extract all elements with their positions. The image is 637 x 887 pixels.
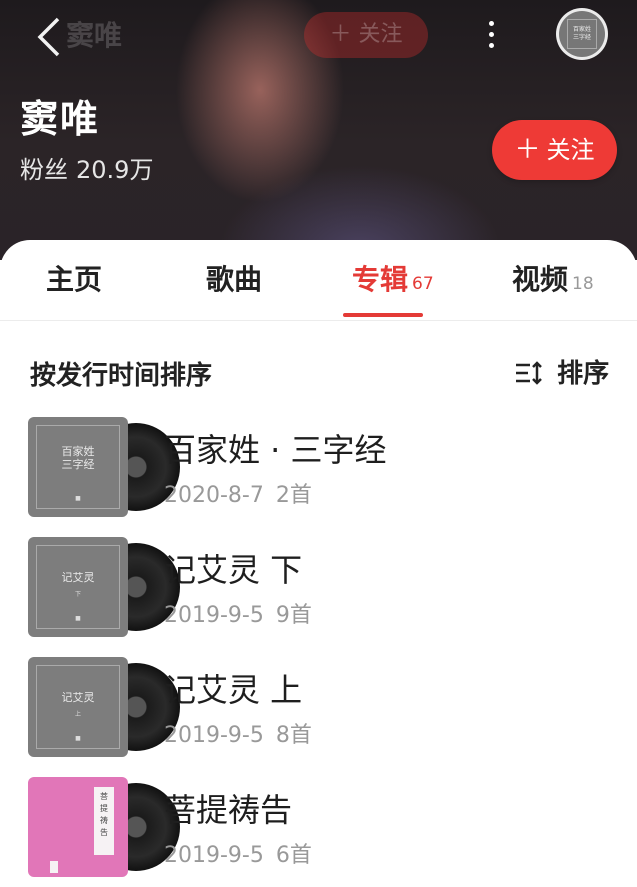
active-tab-indicator (343, 313, 423, 317)
tab-bar: 主页 歌曲 专辑 67 视频 18 (0, 240, 637, 321)
album-cover: 记艾灵 上 ■ (28, 657, 180, 757)
sort-button[interactable]: 排序 (514, 353, 609, 393)
fans-count: 粉丝 20.9万 (20, 150, 153, 185)
album-date: 2019-9-5 (164, 843, 264, 868)
sort-button-label: 排序 (557, 359, 610, 389)
cover-art-text: 百家姓 三字经 (61, 445, 95, 471)
album-item[interactable]: 记艾灵 下 ■ 记艾灵 下 2019-9-5 9首 (0, 537, 637, 647)
album-title: 记艾灵 下 (164, 551, 303, 589)
tab-videos-count: 18 (572, 274, 594, 294)
album-item[interactable]: 记艾灵 上 ■ 记艾灵 上 2019-9-5 8首 (0, 657, 637, 767)
tab-albums-label: 专辑 (352, 263, 409, 296)
now-playing-cover[interactable]: 百家姓 三字经 (556, 8, 608, 60)
top-title: 窦唯 (66, 19, 123, 52)
tab-videos[interactable]: 视频 18 (512, 240, 594, 320)
top-follow-label: 关注 (358, 22, 403, 47)
fans-number: 20.9万 (76, 156, 154, 184)
album-track-count: 6首 (275, 843, 312, 868)
artist-header: 窦唯 ＋ 关注 百家姓 三字经 窦唯 粉丝 20.9万 ＋关注 (0, 0, 637, 260)
album-title: 菩提祷告 (164, 791, 293, 829)
album-date: 2019-9-5 (164, 723, 264, 748)
sort-label: 按发行时间排序 (30, 361, 213, 391)
artist-name: 窦唯 (20, 97, 101, 141)
album-cover: 菩提祷告 (28, 777, 180, 877)
tab-home-label: 主页 (46, 263, 103, 296)
follow-button[interactable]: ＋关注 (492, 120, 617, 180)
sort-row: 按发行时间排序 排序 (0, 345, 637, 395)
cover-art: 菩提祷告 (28, 777, 128, 877)
cover-art-mark: ■ (75, 615, 81, 622)
album-title: 记艾灵 上 (164, 671, 303, 709)
album-meta: 2020-8-7 2首 (164, 477, 312, 509)
top-follow-button[interactable]: ＋ 关注 (304, 12, 428, 58)
back-button[interactable] (34, 16, 68, 58)
cover-art-mark: 下 (74, 591, 81, 598)
cover-art: 记艾灵 下 ■ (28, 537, 128, 637)
cover-art: 百家姓 三字经 ■ (28, 417, 128, 517)
album-item[interactable]: 百家姓 三字经 ■ 百家姓 · 三字经 2020-8-7 2首 (0, 417, 637, 527)
tab-albums[interactable]: 专辑 67 (352, 240, 434, 320)
more-button[interactable] (478, 16, 504, 58)
plus-icon: ＋ (514, 135, 541, 165)
cover-art-mark: ■ (75, 495, 81, 502)
content-sheet: 主页 歌曲 专辑 67 视频 18 按发行时间排序 排序 百家姓 三字经 ■ 百… (0, 240, 637, 880)
fans-label: 粉丝 (20, 156, 68, 184)
album-meta: 2019-9-5 8首 (164, 717, 312, 749)
tab-songs-label: 歌曲 (206, 263, 263, 296)
chevron-left-icon (34, 16, 68, 58)
cover-art-mark (50, 861, 58, 873)
album-track-count: 8首 (275, 723, 312, 748)
album-meta: 2019-9-5 9首 (164, 597, 312, 629)
album-meta: 2019-9-5 6首 (164, 837, 312, 869)
top-bar: 窦唯 ＋ 关注 百家姓 三字经 (0, 0, 637, 70)
album-track-count: 9首 (275, 603, 312, 628)
tab-albums-count: 67 (412, 274, 434, 294)
tab-home[interactable]: 主页 (46, 240, 102, 320)
cover-art: 记艾灵 上 ■ (28, 657, 128, 757)
album-date: 2019-9-5 (164, 603, 264, 628)
tab-songs[interactable]: 歌曲 (206, 240, 262, 320)
cover-art-text: 记艾灵 (61, 691, 95, 704)
tab-videos-label: 视频 (512, 263, 569, 296)
sort-icon (514, 359, 557, 389)
album-title: 百家姓 · 三字经 (164, 431, 387, 469)
album-date: 2020-8-7 (164, 483, 264, 508)
plus-icon: ＋ (329, 22, 352, 47)
mini-cover-text: 百家姓 三字经 (567, 19, 597, 49)
follow-label: 关注 (546, 136, 595, 164)
album-track-count: 2首 (275, 483, 312, 508)
album-cover: 记艾灵 下 ■ (28, 537, 180, 637)
cover-art-mark: ■ (75, 735, 81, 742)
cover-art-mark: 上 (74, 711, 81, 718)
cover-art-text: 菩提祷告 (94, 787, 114, 855)
album-cover: 百家姓 三字经 ■ (28, 417, 180, 517)
cover-art-text: 记艾灵 (61, 571, 95, 584)
more-vertical-icon (478, 21, 504, 48)
